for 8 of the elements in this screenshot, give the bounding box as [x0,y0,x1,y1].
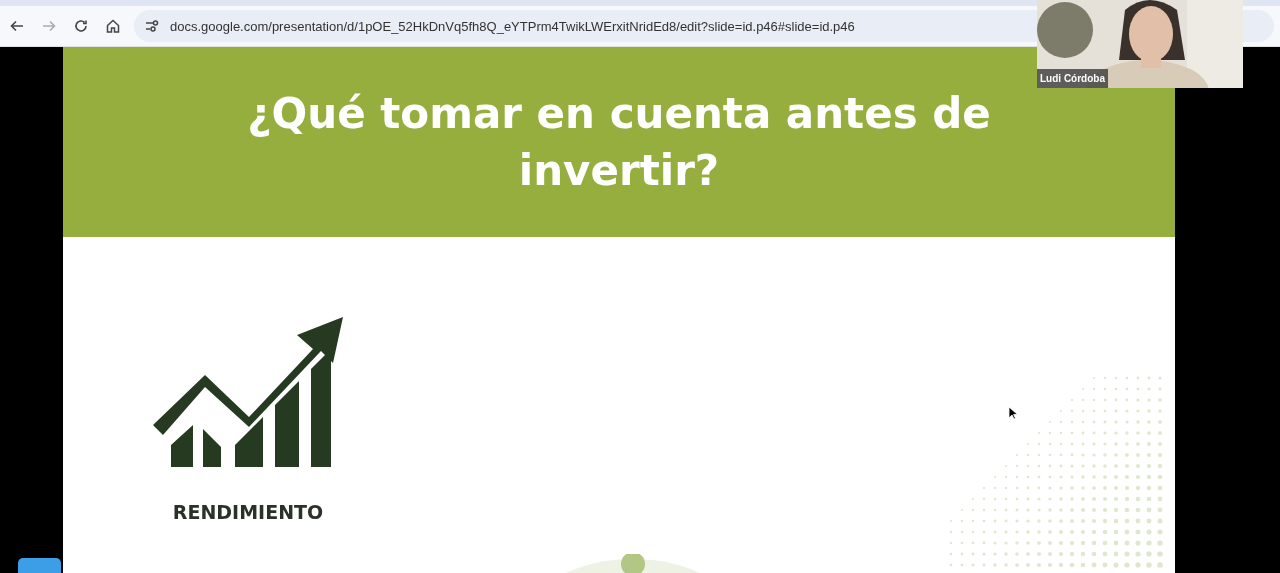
cursor-icon [1008,406,1018,420]
tab-handle[interactable] [18,558,61,573]
participant-name: Ludi Córdoba [1037,69,1108,88]
site-settings-icon[interactable] [144,18,160,34]
item-label: RENDIMIENTO [172,501,324,523]
slide-title: ¿Qué tomar en cuenta antes de invertir? [246,88,992,197]
growth-chart-icon [153,317,343,469]
url-text: docs.google.com/presentation/d/1pOE_52HkDnVq5fh8Q_eYTPrm4TwikLWErxitNridEd8/edit?slide=id.p46#slide=id.p46 [170,18,855,34]
